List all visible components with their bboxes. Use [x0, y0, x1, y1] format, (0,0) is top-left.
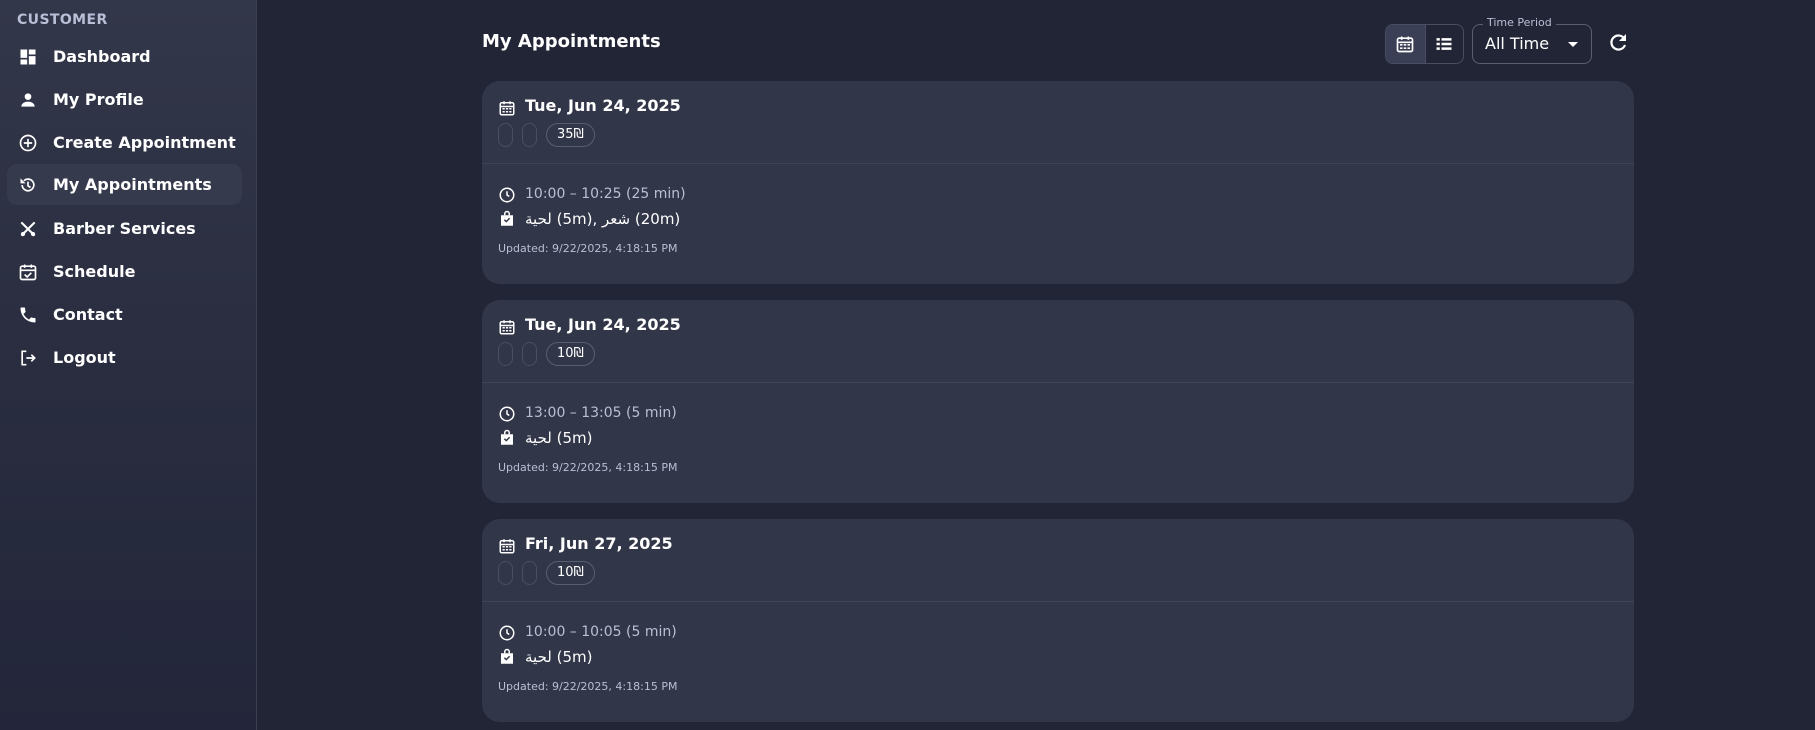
price-badge: 35₪ — [546, 123, 595, 147]
status-chip — [522, 123, 537, 147]
view-toggle — [1385, 24, 1464, 64]
appointment-services: لحية (5m) — [525, 648, 593, 666]
card-header: Tue, Jun 24, 2025 10₪ — [482, 300, 1634, 383]
shopping-bag-icon — [501, 429, 513, 445]
appointment-date: Fri, Jun 27, 2025 — [525, 534, 673, 553]
sidebar-item-my-profile[interactable]: My Profile — [7, 79, 242, 120]
appointment-services: لحية (5m) — [525, 429, 593, 447]
card-header: Fri, Jun 27, 2025 10₪ — [482, 519, 1634, 602]
calendar-icon — [499, 320, 515, 335]
sidebar-item-label: Contact — [53, 305, 123, 324]
price-badge: 10₪ — [546, 561, 595, 585]
clock-icon — [499, 406, 515, 422]
time-period-value: All Time — [1485, 34, 1550, 53]
appointment-updated: Updated: 9/22/2025, 4:18:15 PM — [498, 680, 678, 693]
caret-down-icon — [1568, 42, 1578, 47]
sidebar-section-title: CUSTOMER — [17, 12, 108, 28]
appointment-updated: Updated: 9/22/2025, 4:18:15 PM — [498, 461, 678, 474]
status-chip — [498, 342, 513, 366]
add-circle-icon — [19, 134, 37, 152]
appointment-card[interactable]: Tue, Jun 24, 2025 35₪ 10:00 – 10:25 (25 … — [482, 81, 1634, 284]
time-period-label: Time Period — [1483, 16, 1556, 29]
sidebar-item-create-appointment[interactable]: Create Appointment — [7, 122, 242, 163]
price-badge: 10₪ — [546, 342, 595, 366]
calendar-icon — [1396, 36, 1414, 53]
calendar-icon — [499, 101, 515, 116]
person-icon — [21, 93, 35, 107]
appointment-time: 10:00 – 10:25 (25 min) — [525, 186, 686, 202]
appointment-card[interactable]: Fri, Jun 27, 2025 10₪ 10:00 – 10:05 (5 m… — [482, 519, 1634, 722]
shopping-bag-icon — [501, 648, 513, 664]
status-chip — [522, 342, 537, 366]
clock-icon — [499, 625, 515, 641]
sidebar-item-logout[interactable]: Logout — [7, 337, 242, 378]
status-chip — [522, 561, 537, 585]
status-chip — [498, 561, 513, 585]
time-period-select[interactable]: Time Period All Time — [1472, 16, 1592, 64]
calendar-view-button[interactable] — [1386, 25, 1425, 63]
clock-icon — [499, 187, 515, 203]
appointment-services: لحية (5m), شعر (20m) — [525, 210, 681, 228]
logout-icon — [21, 350, 36, 366]
history-icon — [20, 178, 35, 192]
card-header: Tue, Jun 24, 2025 35₪ — [482, 81, 1634, 164]
calendar-check-icon — [19, 264, 37, 281]
appointment-time: 13:00 – 13:05 (5 min) — [525, 405, 677, 421]
appointment-date: Tue, Jun 24, 2025 — [525, 315, 681, 334]
sidebar-item-label: Schedule — [53, 262, 136, 281]
phone-icon — [20, 307, 36, 323]
sidebar-item-label: Dashboard — [53, 47, 151, 66]
sidebar-item-contact[interactable]: Contact — [7, 294, 242, 335]
appointment-card[interactable]: Tue, Jun 24, 2025 10₪ 13:00 – 13:05 (5 m… — [482, 300, 1634, 503]
sidebar-item-dashboard[interactable]: Dashboard — [7, 36, 242, 77]
sidebar-item-barber-services[interactable]: Barber Services — [7, 208, 242, 249]
sidebar-item-my-appointments[interactable]: My Appointments — [7, 164, 242, 205]
shopping-bag-icon — [501, 210, 513, 226]
calendar-icon — [499, 539, 515, 554]
appointment-updated: Updated: 9/22/2025, 4:18:15 PM — [498, 242, 678, 255]
sidebar-item-schedule[interactable]: Schedule — [7, 251, 242, 292]
appointment-date: Tue, Jun 24, 2025 — [525, 96, 681, 115]
appointment-time: 10:00 – 10:05 (5 min) — [525, 624, 677, 640]
list-view-button[interactable] — [1424, 25, 1464, 63]
dashboard-icon — [20, 49, 36, 65]
status-chip — [498, 123, 513, 147]
list-icon — [1436, 38, 1452, 50]
refresh-icon[interactable] — [1606, 31, 1630, 55]
page-title: My Appointments — [482, 31, 661, 52]
sidebar: CUSTOMER Dashboard My Profile Create App… — [0, 0, 257, 730]
sidebar-item-label: Create Appointment — [53, 133, 236, 152]
sidebar-item-label: Barber Services — [53, 219, 196, 238]
sidebar-item-label: Logout — [53, 348, 116, 367]
sidebar-item-label: My Profile — [53, 90, 144, 109]
sidebar-item-label: My Appointments — [53, 175, 212, 194]
tools-icon — [20, 221, 36, 237]
